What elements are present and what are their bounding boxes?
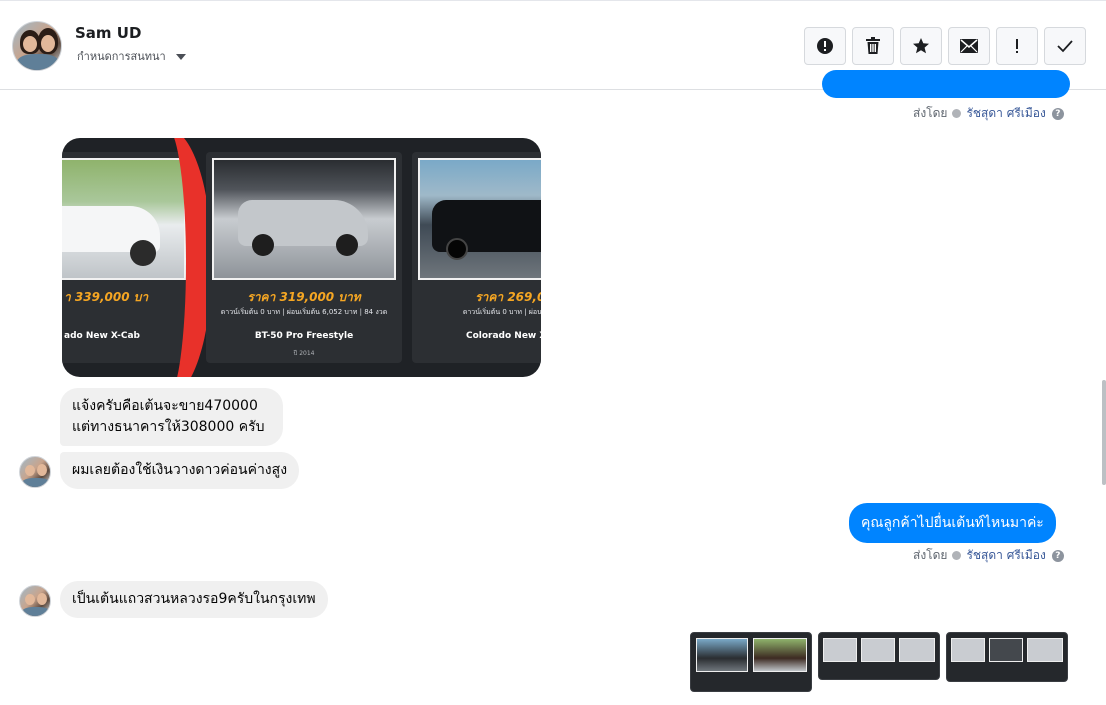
star-button[interactable]	[900, 27, 942, 65]
car-photo	[212, 158, 396, 280]
sent-by-label: ส่งโดย รัชสุดา ศรีเมือง ?	[913, 104, 1064, 123]
car-photo	[418, 158, 541, 280]
conversation-menu[interactable]: กำหนดการสนทนา	[77, 47, 186, 65]
star-icon	[913, 38, 929, 54]
agent-status-icon	[952, 109, 962, 118]
question-icon[interactable]: ?	[1051, 549, 1064, 562]
question-icon[interactable]: ?	[1051, 107, 1064, 120]
scroll-thumb[interactable]	[1102, 380, 1106, 485]
outgoing-message[interactable]: คุณลูกค้าไปยื่นเต้นท์ไหนมาค่ะ	[849, 503, 1056, 543]
card-spec: ดาวน์เริ่มต้น 0 บาท | ผ่อนเริ่มต้น	[462, 308, 541, 316]
car-card: ราคา 269,000 ดาวน์เริ่มต้น 0 บาท | ผ่อนเ…	[412, 152, 541, 363]
agent-status-icon	[952, 551, 962, 560]
contact-avatar[interactable]	[12, 21, 62, 71]
image-thumbnail[interactable]	[818, 632, 940, 680]
red-banner-shape	[122, 138, 212, 377]
mark-unread-button[interactable]	[948, 27, 990, 65]
image-thumbnail[interactable]	[946, 632, 1068, 682]
mail-icon	[960, 39, 978, 53]
conversation-label: กำหนดการสนทนา	[77, 50, 166, 63]
sent-by-prefix: ส่งโดย	[913, 106, 948, 120]
done-button[interactable]	[1044, 27, 1086, 65]
shared-image[interactable]: า 339,000 บา ado New X-Cab ราคา 319,000 …	[62, 138, 541, 377]
sent-by-label: ส่งโดย รัชสุดา ศรีเมือง ?	[913, 546, 1064, 565]
report-button[interactable]	[804, 27, 846, 65]
checkmark-icon	[1057, 40, 1073, 53]
incoming-message[interactable]: แจ้งครับคือเต้นจะขาย470000 แต่ทางธนาคารใ…	[60, 388, 283, 446]
card-price: ราคา 269,000	[475, 290, 541, 304]
sent-by-prefix: ส่งโดย	[913, 548, 948, 562]
exclamation-icon	[1016, 39, 1018, 53]
contact-name[interactable]: Sam UD	[75, 24, 141, 42]
card-year: ปี 2014	[293, 350, 315, 357]
contact-avatar-small[interactable]	[19, 585, 51, 617]
agent-name[interactable]: รัชสุดา ศรีเมือง	[966, 546, 1045, 565]
incoming-message[interactable]: ผมเลยต้องใช้เงินวางดาวค่อนค่างสูง	[60, 452, 300, 489]
alert-circle-icon	[817, 38, 833, 54]
agent-name[interactable]: รัชสุดา ศรีเมือง	[966, 104, 1045, 123]
scrollbar[interactable]	[1100, 90, 1106, 690]
card-price: ราคา 319,000 บาท	[247, 290, 361, 304]
message-line: แต่ทางธนาคารให้308000 ครับ	[72, 419, 265, 435]
card-model: BT-50 Pro Freestyle	[254, 331, 354, 341]
caret-down-icon	[175, 53, 186, 60]
trash-icon	[866, 37, 880, 54]
outgoing-message-partial[interactable]	[822, 70, 1070, 98]
message-line: แจ้งครับคือเต้นจะขาย470000	[72, 398, 258, 414]
incoming-message[interactable]: เป็นเต้นแถวสวนหลวงรอ9ครับในกรุงเทพ	[60, 581, 328, 618]
card-model: Colorado New X-Ca	[465, 331, 541, 341]
card-spec: ดาวน์เริ่มต้น 0 บาท | ผ่อนเริ่มต้น 6,052…	[220, 308, 388, 316]
delete-button[interactable]	[852, 27, 894, 65]
important-button[interactable]	[996, 27, 1038, 65]
image-thumbnail[interactable]	[690, 632, 812, 692]
car-card: ราคา 319,000 บาท ดาวน์เริ่มต้น 0 บาท | ผ…	[206, 152, 402, 363]
contact-avatar-small[interactable]	[19, 456, 51, 488]
